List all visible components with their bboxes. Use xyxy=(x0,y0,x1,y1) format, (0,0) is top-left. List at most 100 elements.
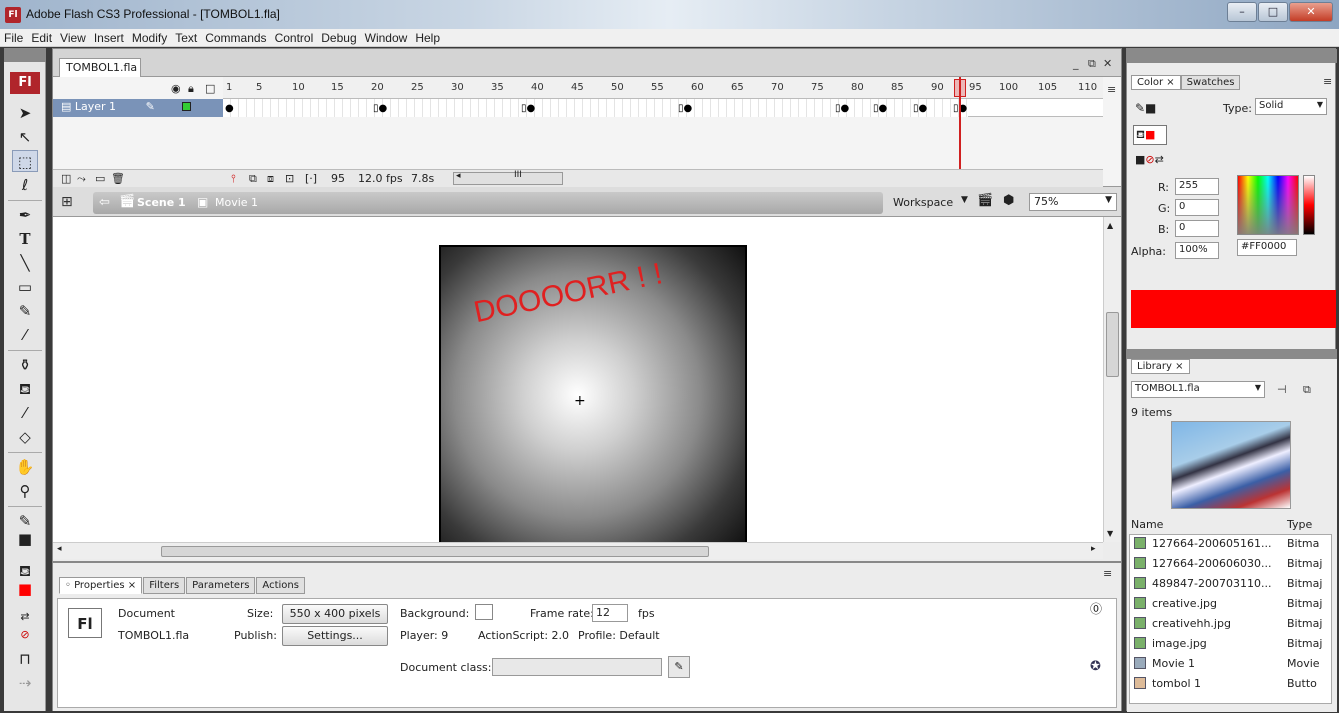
fill-color-swatch[interactable]: ■ xyxy=(12,578,38,600)
scroll-down-icon[interactable]: ▼ xyxy=(1107,529,1113,538)
publish-settings-button[interactable]: Settings... xyxy=(282,626,388,646)
tab-library[interactable]: Library × xyxy=(1131,359,1190,374)
tab-properties[interactable]: ◦ Properties × xyxy=(59,577,143,594)
layer-color-icon[interactable] xyxy=(182,102,192,111)
library-dropdown-icon[interactable]: ▼ xyxy=(1255,383,1261,392)
menu-help[interactable]: Help xyxy=(411,29,444,47)
keyframe[interactable]: ● xyxy=(225,103,234,114)
symbol-link[interactable]: Movie 1 xyxy=(215,196,258,209)
onion-skin-outlines-icon[interactable]: ⧈ xyxy=(267,172,274,186)
library-item[interactable]: Movie 1 Movie xyxy=(1130,655,1333,675)
edit-multiple-frames-icon[interactable]: ⊡ xyxy=(285,172,294,185)
zoom-select[interactable]: 75% ▼ xyxy=(1029,193,1117,211)
hscroll-thumb[interactable] xyxy=(161,546,709,557)
scroll-up-icon[interactable]: ▲ xyxy=(1107,221,1113,230)
workspace-dropdown-icon[interactable]: ▼ xyxy=(961,195,968,205)
type-dropdown-icon[interactable]: ▼ xyxy=(1317,100,1323,109)
panel-menu-icon[interactable]: ≡ xyxy=(1103,567,1112,580)
stroke-color-swatch[interactable]: ■ xyxy=(12,528,38,550)
smooth-icon[interactable]: ⇢ xyxy=(12,672,38,694)
workspace-menu[interactable]: Workspace xyxy=(893,196,953,209)
onion-skin-icon[interactable]: ⧉ xyxy=(249,172,257,186)
background-color-swatch[interactable] xyxy=(475,604,493,620)
eraser-tool-icon[interactable]: ◇ xyxy=(12,426,38,448)
scroll-thumb-grip[interactable]: III xyxy=(514,170,522,180)
insert-layer-icon[interactable]: ◫ xyxy=(61,172,71,185)
maximize-button[interactable]: □ xyxy=(1258,2,1288,22)
pencil-tool-icon[interactable]: ✎ xyxy=(12,300,38,322)
menu-control[interactable]: Control xyxy=(271,29,318,47)
stage-area[interactable]: DOOOORR ! ! + xyxy=(53,217,1103,542)
scene-link[interactable]: Scene 1 xyxy=(137,196,186,209)
size-button[interactable]: 550 x 400 pixels xyxy=(282,604,388,624)
insert-folder-icon[interactable]: ▭ xyxy=(95,172,105,185)
library-item[interactable]: tombol 1 Butto xyxy=(1130,675,1333,695)
scroll-right-icon[interactable]: ▸ xyxy=(1091,544,1096,554)
menu-commands[interactable]: Commands xyxy=(201,29,270,47)
delete-layer-icon[interactable]: 🗑︎ xyxy=(111,172,125,185)
stroke-color-pencil-icon[interactable]: ✎■ xyxy=(1135,101,1156,115)
timeline-hscroll[interactable]: ◂ III xyxy=(453,170,563,185)
stage-vscroll[interactable]: ▲ ▼ xyxy=(1103,217,1121,542)
hex-input[interactable]: #FF0000 xyxy=(1237,239,1297,256)
keyframe[interactable]: ▯● xyxy=(521,103,535,114)
modify-onion-markers-icon[interactable]: [·] xyxy=(305,172,317,185)
keyframe[interactable]: ▯● xyxy=(678,103,692,114)
library-col-name[interactable]: Name xyxy=(1131,518,1163,531)
menu-file[interactable]: File xyxy=(0,29,27,47)
no-color-icon[interactable]: ⊘ xyxy=(12,624,38,646)
timeline-menu-icon[interactable]: ≡ xyxy=(1107,83,1116,96)
frame-ruler[interactable]: 1 5 10 15 20 25 30 35 40 45 50 55 60 65 … xyxy=(223,77,1103,99)
center-frame-icon[interactable]: ⫯ xyxy=(231,172,236,186)
fill-type-select[interactable]: Solid ▼ xyxy=(1255,98,1327,115)
layer-row[interactable]: ▤ Layer 1 ✎ ● ▯● ▯● ▯● ▯● ▯● ▯● ▯● xyxy=(53,99,1103,117)
bw-swap-nocolor-icons[interactable]: ■⊘⇄ xyxy=(1135,153,1164,166)
red-input[interactable]: 255 xyxy=(1175,178,1219,195)
menu-view[interactable]: View xyxy=(56,29,90,47)
minimize-button[interactable]: – xyxy=(1227,2,1257,22)
free-transform-tool-icon[interactable]: ⬚ xyxy=(12,150,38,172)
zoom-dropdown-icon[interactable]: ▼ xyxy=(1105,195,1112,205)
brush-tool-icon[interactable]: ⁄ xyxy=(12,324,38,346)
tab-parameters[interactable]: Parameters xyxy=(186,577,256,594)
keyframe[interactable]: ▯● xyxy=(913,103,927,114)
back-arrow-icon[interactable]: ⇦ xyxy=(99,195,110,210)
library-col-type[interactable]: Type xyxy=(1287,518,1312,531)
library-item[interactable]: image.jpg Bitmaj xyxy=(1130,635,1333,655)
zoom-tool-icon[interactable]: ⚲ xyxy=(12,480,38,502)
menu-edit[interactable]: Edit xyxy=(27,29,56,47)
ink-bottle-tool-icon[interactable]: ⚱ xyxy=(12,354,38,376)
vscroll-thumb[interactable] xyxy=(1106,312,1119,377)
green-input[interactable]: 0 xyxy=(1175,199,1219,216)
menu-text[interactable]: Text xyxy=(171,29,201,47)
add-motion-guide-icon[interactable]: ⤳ xyxy=(77,172,86,186)
document-class-input[interactable] xyxy=(492,658,662,676)
layer-name-cell[interactable]: ▤ Layer 1 ✎ xyxy=(53,99,223,117)
tab-actions[interactable]: Actions xyxy=(256,577,305,594)
brightness-slider[interactable] xyxy=(1303,175,1315,235)
tab-swatches[interactable]: Swatches xyxy=(1180,75,1241,90)
color-spectrum[interactable] xyxy=(1237,175,1299,235)
fill-color-toggle[interactable]: ⛾■ xyxy=(1133,125,1167,145)
alpha-input[interactable]: 100% xyxy=(1175,242,1219,259)
tools-panel-header[interactable] xyxy=(4,48,46,62)
stage-hscroll[interactable]: ◂ ▸ xyxy=(53,542,1103,559)
lasso-tool-icon[interactable]: ℓ xyxy=(12,174,38,196)
library-item[interactable]: creativehh.jpg Bitmaj xyxy=(1130,615,1333,635)
pen-tool-icon[interactable]: ✒ xyxy=(12,204,38,226)
menu-modify[interactable]: Modify xyxy=(128,29,171,47)
color-panel-menu-icon[interactable]: ≡ xyxy=(1323,75,1332,88)
frame-track[interactable]: ● ▯● ▯● ▯● ▯● ▯● ▯● ▯● xyxy=(223,99,968,117)
close-button[interactable]: ✕ xyxy=(1289,2,1333,22)
library-item[interactable]: 127664-200606030... Bitmaj xyxy=(1130,555,1333,575)
new-library-panel-icon[interactable]: ⧉ xyxy=(1303,383,1311,397)
library-item[interactable]: 127664-200605161... Bitma xyxy=(1130,535,1333,555)
keyframe[interactable]: ▯● xyxy=(373,103,387,114)
blue-input[interactable]: 0 xyxy=(1175,220,1219,237)
subselection-tool-icon[interactable]: ↖ xyxy=(12,126,38,148)
edit-symbols-icon[interactable]: ⬢ xyxy=(1003,193,1014,208)
pin-library-icon[interactable]: ⊣ xyxy=(1277,383,1287,396)
accessibility-icon[interactable]: ✪ xyxy=(1090,659,1101,674)
tab-filters[interactable]: Filters xyxy=(143,577,186,594)
paint-bucket-tool-icon[interactable]: ⛾ xyxy=(12,378,38,400)
